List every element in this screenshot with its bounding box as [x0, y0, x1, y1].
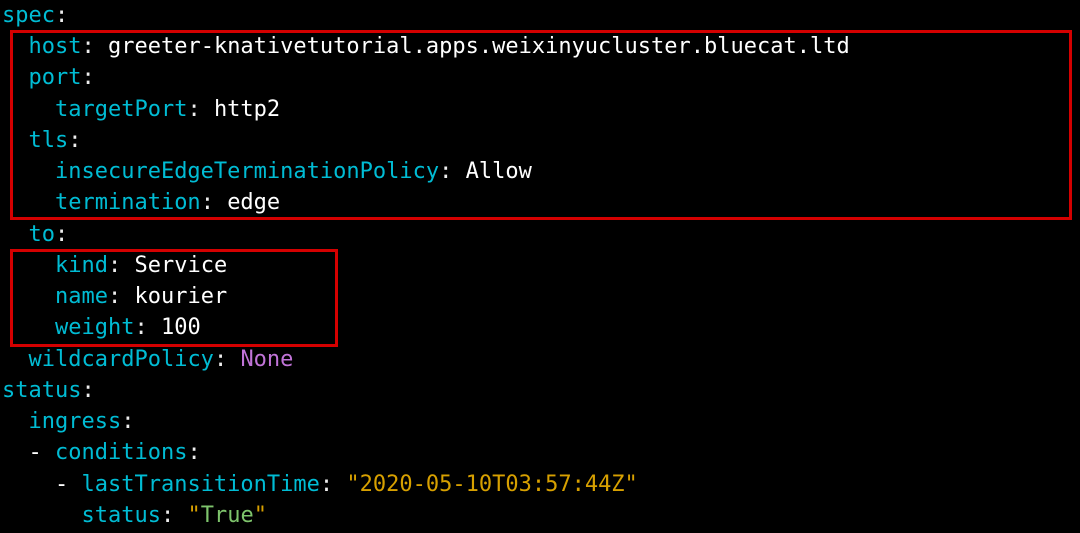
host-key: host — [29, 34, 82, 59]
termination-value: edge — [227, 190, 280, 215]
wildcard-key: wildcardPolicy — [29, 347, 214, 372]
weight-key: weight — [55, 315, 134, 340]
ingress-key: ingress — [29, 409, 122, 434]
kind-key: kind — [55, 253, 108, 278]
ltt-value: "2020-05-10T03:57:44Z" — [346, 472, 637, 497]
targetport-key: targetPort — [55, 97, 187, 122]
insecure-key: insecureEdgeTerminationPolicy — [55, 159, 439, 184]
name-key: name — [55, 284, 108, 309]
host-value: greeter-knativetutorial.apps.weixinyuclu… — [108, 34, 850, 59]
port-key: port — [29, 65, 82, 90]
yaml-output: spec: host: greeter-knativetutorial.apps… — [0, 0, 1080, 531]
status-inner-key: status — [81, 503, 160, 528]
wildcard-value: None — [240, 347, 293, 372]
conditions-key: conditions — [55, 440, 187, 465]
name-value: kourier — [134, 284, 227, 309]
termination-key: termination — [55, 190, 201, 215]
insecure-value: Allow — [466, 159, 532, 184]
tls-key: tls — [29, 128, 69, 153]
to-key: to — [29, 222, 56, 247]
kind-value: Service — [134, 253, 227, 278]
weight-value: 100 — [161, 315, 201, 340]
targetport-value: http2 — [214, 97, 280, 122]
ltt-key: lastTransitionTime — [81, 472, 319, 497]
spec-key: spec — [2, 3, 55, 28]
status-inner-value: True — [201, 503, 254, 528]
status-key: status — [2, 378, 81, 403]
